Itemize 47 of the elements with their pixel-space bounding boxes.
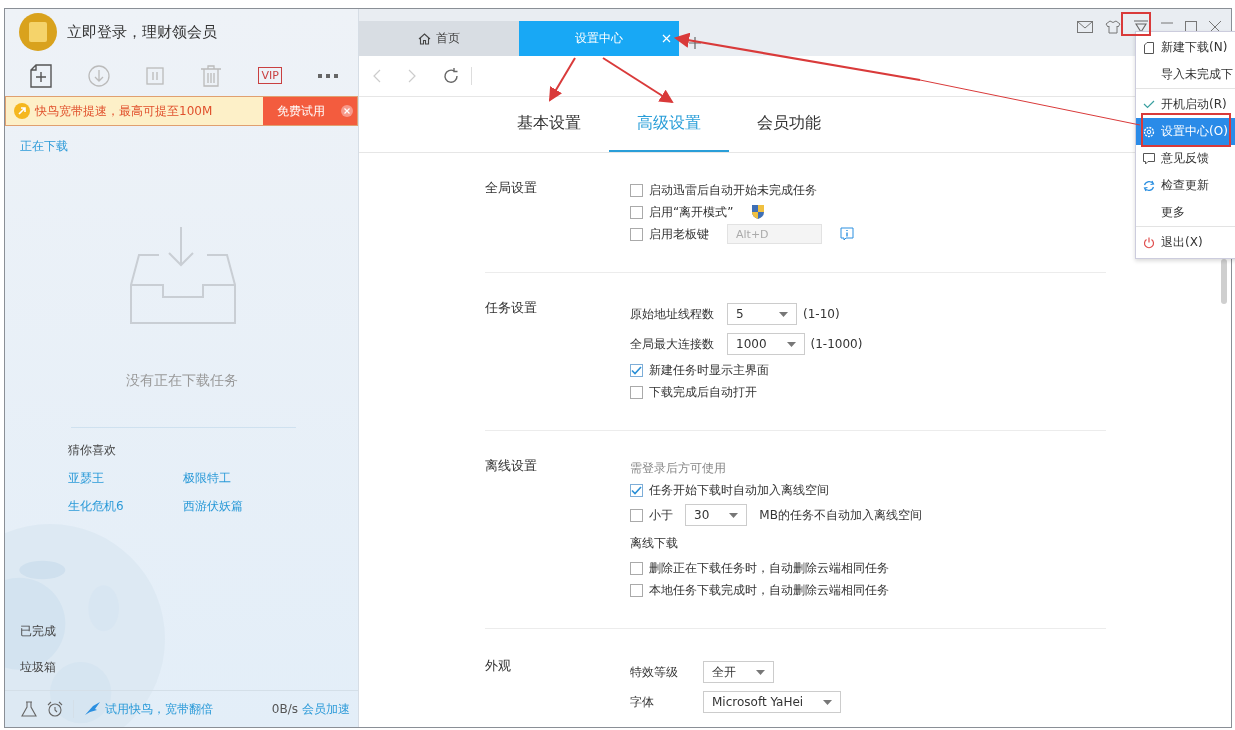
option-label: 任务开始下载时自动加入离线空间 [649, 481, 829, 499]
section-title: 外观 [485, 657, 512, 675]
subheading: 离线下载 [630, 534, 678, 552]
login-note: 需登录后方可使用 [630, 459, 726, 477]
dropdown[interactable]: Microsoft YaHei [703, 691, 842, 713]
empty-message: 没有正在下载任务 [125, 372, 238, 390]
recommend-heading: 猜你喜欢 [68, 442, 116, 459]
dropdown[interactable]: 1000 [727, 333, 805, 355]
menu-item[interactable]: 更多 [1136, 199, 1235, 227]
section-title: 任务设置 [485, 299, 538, 317]
trash-link[interactable]: 垃圾箱 [20, 659, 56, 676]
dropdown[interactable]: 全开 [703, 661, 774, 683]
field-label: 特效等级 [630, 663, 679, 681]
menu-item[interactable]: 开机启动(R) [1136, 91, 1235, 118]
option-label: 本地任务下载完成时，自动删除云端相同任务 [649, 581, 889, 599]
field-label: 字体 [630, 693, 655, 711]
completed-link[interactable]: 已完成 [20, 623, 56, 640]
option-label: 启用“离开模式” [649, 203, 734, 221]
section-title: 全局设置 [485, 179, 538, 197]
browser-tab[interactable]: 首页 [359, 21, 519, 56]
menu-item[interactable]: 新建下载(N) [1136, 34, 1235, 61]
promo-text: 快鸟宽带提速，最高可提至100M [35, 102, 214, 120]
menu-item[interactable]: 退出(X) [1136, 229, 1235, 256]
option-label: 新建任务时显示主界面 [649, 361, 769, 379]
range-hint: (1-1000) [810, 337, 863, 351]
range-hint: (1-10) [803, 307, 840, 321]
dropdown[interactable]: 5 [727, 303, 797, 325]
option-label: MB的任务不自动加入离线空间 [759, 506, 922, 524]
field-label: 全局最大连接数 [630, 335, 714, 353]
option-label: 启动迅雷后自动开始未完成任务 [649, 181, 817, 199]
menu-item[interactable]: 导入未完成下 [1136, 61, 1235, 89]
hotkey-field[interactable]: Alt+D [727, 224, 822, 244]
settings-tab[interactable]: 会员功能 [729, 97, 849, 152]
menu-item[interactable]: 设置中心(O) [1136, 118, 1235, 145]
option-label: 删除正在下载任务时，自动删除云端相同任务 [649, 559, 889, 577]
speed-text: 0B/s [271, 702, 298, 716]
login-link[interactable]: 立即登录，理财领会员 [67, 22, 217, 42]
section-title: 离线设置 [485, 457, 538, 475]
option-label: 启用老板键 [649, 225, 709, 243]
option-label: 小于 [649, 506, 673, 524]
menu-item[interactable]: 意见反馈 [1136, 145, 1235, 172]
menu-item[interactable]: 检查更新 [1136, 172, 1235, 199]
settings-tab[interactable]: 基本设置 [489, 97, 609, 152]
size-dropdown[interactable]: 30 [685, 504, 748, 526]
vip-icon[interactable]: VIP [258, 67, 282, 84]
field-label: 原始地址线程数 [630, 305, 714, 323]
option-label: 下载完成后自动打开 [649, 383, 757, 401]
